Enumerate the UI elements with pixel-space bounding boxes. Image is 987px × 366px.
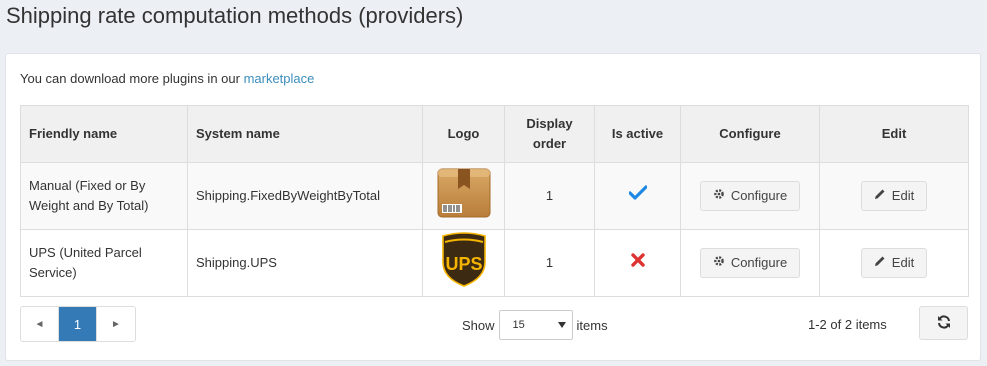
- hint-text: You can download more plugins in our: [20, 71, 244, 86]
- col-display-order-line2: order: [532, 136, 567, 151]
- edit-label: Edit: [891, 188, 915, 203]
- configure-label: Configure: [730, 255, 788, 270]
- col-system-name[interactable]: System name: [187, 105, 423, 163]
- col-configure: Configure: [680, 105, 820, 163]
- page-size-select[interactable]: 15: [498, 310, 573, 340]
- providers-table: Friendly name System name Logo Display o…: [20, 105, 969, 297]
- configure-label: Configure: [730, 188, 788, 203]
- show-label: Show: [462, 317, 495, 333]
- page-title: Shipping rate computation methods (provi…: [6, 3, 464, 28]
- configure-cell: Configure: [680, 229, 820, 297]
- logo-cell: UPS: [422, 229, 505, 297]
- friendly-name-line2: Weight and By Total): [29, 198, 149, 213]
- next-page-button[interactable]: ►: [97, 307, 135, 341]
- friendly-name-line1: UPS (United Parcel: [29, 245, 142, 260]
- edit-cell: Edit: [819, 229, 969, 297]
- gear-icon: [713, 253, 725, 273]
- page-size-value: 15: [512, 319, 525, 331]
- edit-label: Edit: [891, 255, 915, 270]
- table-row: UPS (United Parcel Service) Shipping.UPS…: [20, 229, 969, 297]
- display-order-cell: 1: [504, 229, 595, 297]
- page-1-button[interactable]: 1: [59, 307, 97, 341]
- pencil-icon: [874, 253, 886, 273]
- pagination: ◄ 1 ►: [20, 306, 136, 342]
- chevron-down-icon: [557, 319, 566, 331]
- table-header-row: Friendly name System name Logo Display o…: [20, 105, 969, 163]
- friendly-name-line2: Service): [29, 265, 77, 280]
- ups-logo-text: UPS: [445, 254, 482, 274]
- check-icon: [627, 185, 648, 204]
- table-row: Manual (Fixed or By Weight and By Total)…: [20, 162, 969, 230]
- col-display-order[interactable]: Display order: [504, 105, 595, 163]
- col-friendly-name[interactable]: Friendly name: [20, 105, 188, 163]
- col-display-order-line1: Display: [526, 116, 573, 131]
- friendly-name-cell: Manual (Fixed or By Weight and By Total): [20, 162, 188, 230]
- edit-cell: Edit: [819, 162, 969, 230]
- system-name-cell: Shipping.UPS: [187, 229, 423, 297]
- pager-info: 1-2 of 2 items: [808, 317, 887, 332]
- display-order-cell: 1: [504, 162, 595, 230]
- x-icon: [630, 253, 645, 270]
- prev-page-button[interactable]: ◄: [21, 307, 59, 341]
- marketplace-link[interactable]: marketplace: [244, 71, 315, 86]
- marketplace-hint: You can download more plugins in our mar…: [20, 71, 314, 86]
- col-logo: Logo: [422, 105, 505, 163]
- page-size-control: Show 15 items: [462, 310, 608, 340]
- edit-button[interactable]: Edit: [860, 181, 928, 211]
- col-edit: Edit: [819, 105, 969, 163]
- package-box-icon: [437, 168, 491, 218]
- refresh-icon: [937, 314, 951, 332]
- logo-cell: [422, 162, 505, 230]
- ups-logo-icon: UPS: [437, 232, 491, 287]
- configure-button[interactable]: Configure: [699, 248, 801, 278]
- friendly-name-line1: Manual (Fixed or By: [29, 178, 146, 193]
- configure-cell: Configure: [680, 162, 820, 230]
- providers-panel: You can download more plugins in our mar…: [5, 53, 981, 361]
- gear-icon: [713, 186, 725, 206]
- is-active-cell: [594, 229, 681, 297]
- col-is-active[interactable]: Is active: [594, 105, 681, 163]
- friendly-name-cell: UPS (United Parcel Service): [20, 229, 188, 297]
- pencil-icon: [874, 186, 886, 206]
- refresh-button[interactable]: [919, 306, 968, 340]
- items-label: items: [576, 317, 608, 333]
- system-name-cell: Shipping.FixedByWeightByTotal: [187, 162, 423, 230]
- is-active-cell: [594, 162, 681, 230]
- configure-button[interactable]: Configure: [699, 181, 801, 211]
- edit-button[interactable]: Edit: [860, 248, 928, 278]
